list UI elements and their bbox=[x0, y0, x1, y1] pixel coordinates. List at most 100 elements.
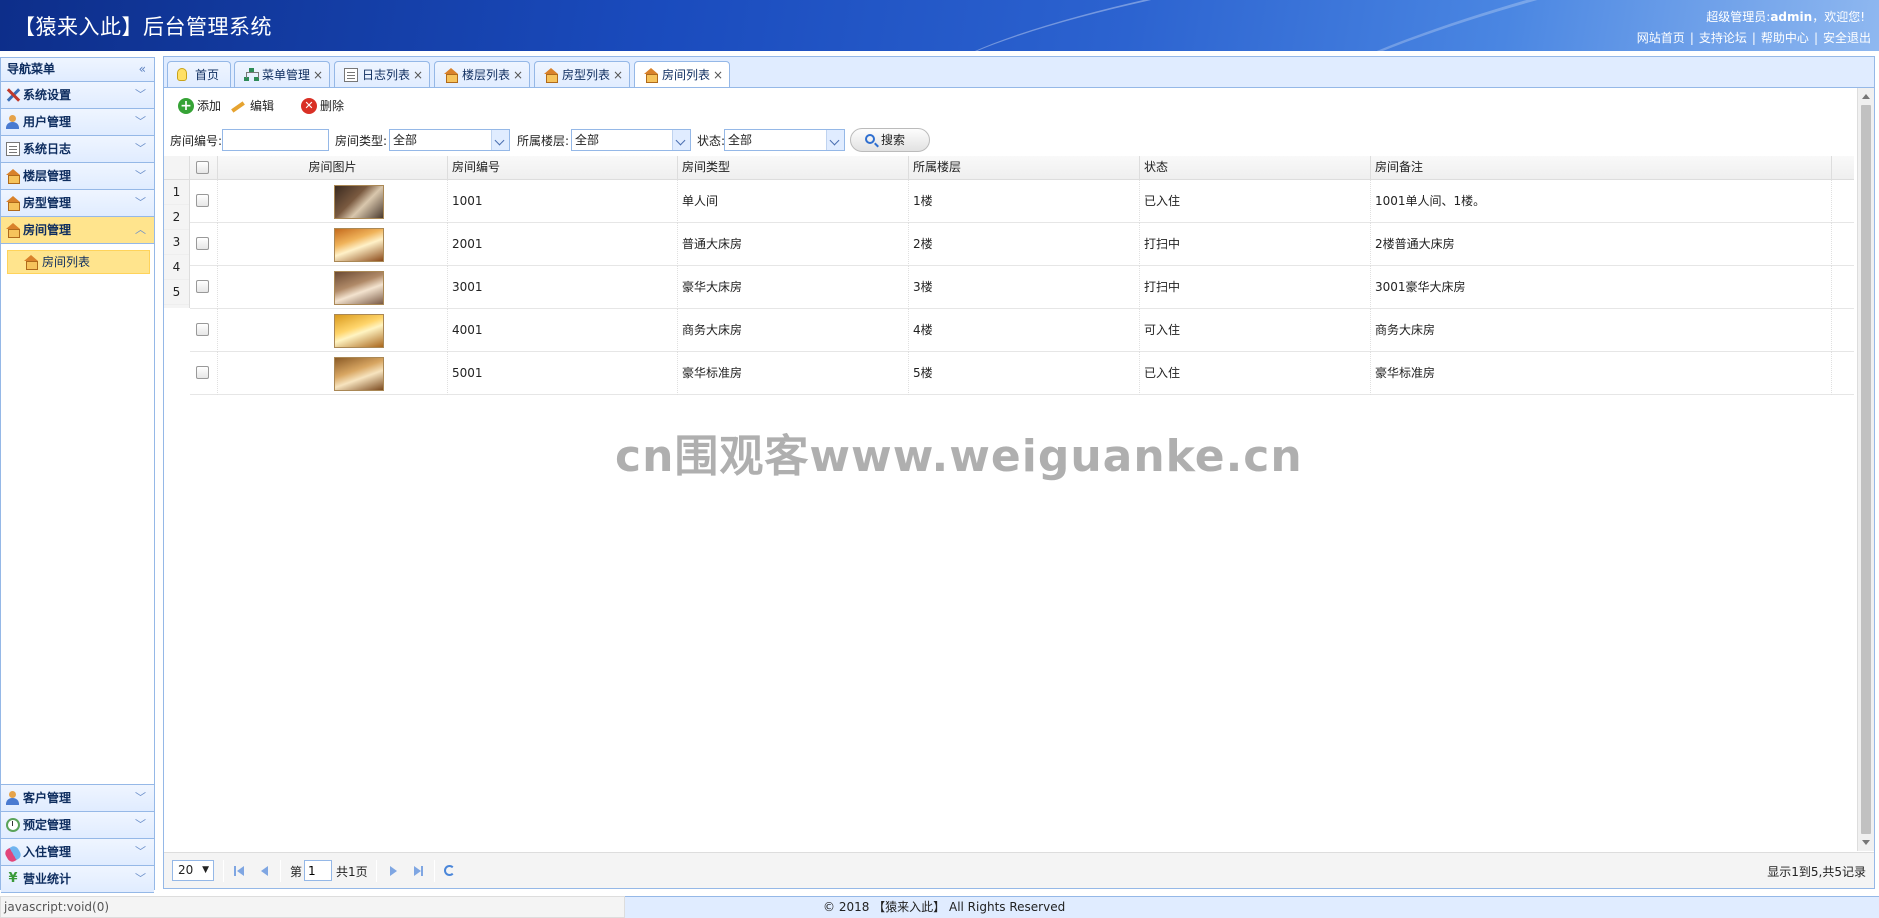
column-header-floor[interactable]: 所属楼层 bbox=[909, 156, 1140, 180]
edit-button-label: 编辑 bbox=[250, 99, 275, 113]
chevron-down-icon[interactable] bbox=[491, 130, 509, 150]
row-checkbox[interactable] bbox=[196, 323, 209, 336]
delete-icon: ✕ bbox=[301, 98, 317, 114]
status-select-value: 全部 bbox=[728, 133, 753, 147]
link-separator: | bbox=[1751, 31, 1756, 45]
table-row[interactable]: 2001 普通大床房 2楼 打扫中 2楼普通大床房 bbox=[190, 223, 1854, 266]
room-no-cell: 2001 bbox=[448, 223, 678, 266]
vertical-scrollbar[interactable] bbox=[1857, 88, 1874, 851]
floor-select[interactable]: 全部 bbox=[571, 129, 691, 151]
select-all-checkbox[interactable] bbox=[196, 161, 209, 174]
link-logout[interactable]: 安全退出 bbox=[1823, 31, 1871, 45]
table-row[interactable]: 4001 商务大床房 4楼 可入住 商务大床房 bbox=[190, 309, 1854, 352]
sidebar-item-business-stats[interactable]: ¥ 营业统计 ﹀ bbox=[1, 866, 154, 893]
room-no-cell: 1001 bbox=[448, 180, 678, 223]
sidebar-item-room-management[interactable]: 房间管理 ︿ bbox=[1, 217, 154, 244]
pencil-icon bbox=[231, 101, 245, 113]
column-header-room-type[interactable]: 房间类型 bbox=[678, 156, 909, 180]
sidebar-item-floor-management[interactable]: 楼层管理 ﹀ bbox=[1, 163, 154, 190]
room-no-input[interactable] bbox=[222, 129, 329, 151]
status-cell: 可入住 bbox=[1140, 309, 1371, 352]
pager-separator bbox=[280, 860, 281, 882]
chevron-down-icon: ﹀ bbox=[135, 142, 146, 155]
table-row[interactable]: 3001 豪华大床房 3楼 打扫中 3001豪华大床房 bbox=[190, 266, 1854, 309]
first-page-icon[interactable] bbox=[232, 864, 246, 878]
sidebar-item-label: 系统设置 bbox=[23, 88, 72, 102]
sidebar-item-label: 预定管理 bbox=[23, 818, 72, 832]
column-header-remark[interactable]: 房间备注 bbox=[1371, 156, 1832, 180]
scroll-down-arrow-icon[interactable] bbox=[1858, 835, 1874, 851]
close-icon[interactable]: × bbox=[613, 62, 623, 88]
sidebar-item-customer-management[interactable]: 客户管理 ﹀ bbox=[1, 785, 154, 812]
column-header-status[interactable]: 状态 bbox=[1140, 156, 1371, 180]
status-select[interactable]: 全部 bbox=[724, 129, 845, 151]
tab-floor-list[interactable]: 楼层列表 × bbox=[434, 61, 530, 89]
tab-log-list[interactable]: 日志列表 × bbox=[334, 61, 430, 89]
log-icon bbox=[6, 142, 20, 156]
welcome-text: 超级管理员:admin，欢迎您! bbox=[1706, 8, 1865, 25]
row-checkbox[interactable] bbox=[196, 366, 209, 379]
page-size-select[interactable]: 20 ▼ bbox=[172, 860, 214, 881]
pill-icon bbox=[3, 844, 23, 864]
close-icon[interactable]: × bbox=[713, 62, 723, 88]
tab-roomtype-list[interactable]: 房型列表 × bbox=[534, 61, 630, 89]
next-page-icon[interactable] bbox=[387, 864, 401, 878]
double-chevron-left-icon[interactable]: « bbox=[139, 58, 146, 81]
tab-room-list[interactable]: 房间列表 × bbox=[634, 61, 730, 90]
sidebar-item-system-log[interactable]: 系统日志 ﹀ bbox=[1, 136, 154, 163]
close-icon[interactable]: × bbox=[413, 62, 423, 88]
refresh-icon[interactable] bbox=[444, 865, 455, 876]
column-header-room-no[interactable]: 房间编号 bbox=[448, 156, 678, 180]
search-button[interactable]: 搜索 bbox=[850, 128, 930, 152]
room-no-cell: 4001 bbox=[448, 309, 678, 352]
room-type-select[interactable]: 全部 bbox=[389, 129, 510, 151]
tab-menu-management[interactable]: 菜单管理 × bbox=[234, 61, 330, 89]
sidebar-item-system-settings[interactable]: 系统设置 ﹀ bbox=[1, 82, 154, 109]
sidebar-item-booking-management[interactable]: 预定管理 ﹀ bbox=[1, 812, 154, 839]
sidebar: 导航菜单 « 系统设置 ﹀ 用户管理 ﹀ 系统日志 ﹀ 楼层管理 ﹀ 房型管理 … bbox=[0, 57, 155, 893]
pager-info: 显示1到5,共5记录 bbox=[1767, 865, 1866, 879]
pager-separator bbox=[376, 860, 377, 882]
table-row[interactable]: 1001 单人间 1楼 已入住 1001单人间、1楼。 bbox=[190, 180, 1854, 223]
row-checkbox[interactable] bbox=[196, 194, 209, 207]
room-type-cell: 普通大床房 bbox=[678, 223, 909, 266]
scrollbar-thumb[interactable] bbox=[1861, 105, 1871, 834]
close-icon[interactable]: × bbox=[313, 62, 323, 88]
chevron-down-icon[interactable] bbox=[826, 130, 844, 150]
sidebar-item-roomtype-management[interactable]: 房型管理 ﹀ bbox=[1, 190, 154, 217]
last-page-icon[interactable] bbox=[411, 864, 425, 878]
tab-home[interactable]: 首页 bbox=[167, 61, 231, 89]
photo-cell bbox=[218, 352, 448, 395]
sidebar-item-label: 用户管理 bbox=[23, 115, 72, 129]
sidebar-item-checkin-management[interactable]: 入住管理 ﹀ bbox=[1, 839, 154, 866]
row-checkbox[interactable] bbox=[196, 280, 209, 293]
link-support-forum[interactable]: 支持论坛 bbox=[1699, 31, 1747, 45]
room-type-cell: 豪华大床房 bbox=[678, 266, 909, 309]
page-number-input[interactable] bbox=[304, 860, 332, 881]
link-separator: | bbox=[1813, 31, 1818, 45]
delete-button[interactable]: ✕ 删除 bbox=[298, 95, 344, 117]
table-row[interactable]: 5001 豪华标准房 5楼 已入住 豪华标准房 bbox=[190, 352, 1854, 395]
sidebar-title: 导航菜单 bbox=[7, 62, 56, 76]
house-icon bbox=[6, 223, 20, 238]
room-photo bbox=[334, 314, 384, 348]
add-button[interactable]: + 添加 bbox=[175, 95, 221, 117]
sidebar-subitem-room-list[interactable]: 房间列表 bbox=[7, 250, 150, 274]
scroll-up-arrow-icon[interactable] bbox=[1858, 88, 1874, 104]
room-table: 1 2 3 4 5 房间图片 房间编号 房间类型 所属楼层 状态 房间备注 10… bbox=[164, 156, 1859, 853]
link-site-home[interactable]: 网站首页 bbox=[1637, 31, 1685, 45]
edit-button[interactable]: 编辑 bbox=[228, 95, 274, 117]
sidebar-item-user-management[interactable]: 用户管理 ﹀ bbox=[1, 109, 154, 136]
tab-label: 房型列表 bbox=[562, 68, 611, 82]
welcome-user: admin bbox=[1770, 10, 1813, 24]
chevron-down-icon[interactable] bbox=[672, 130, 690, 150]
room-photo bbox=[334, 357, 384, 391]
prev-page-icon[interactable] bbox=[256, 864, 270, 878]
close-icon[interactable]: × bbox=[513, 62, 523, 88]
sidebar-header: 导航菜单 « bbox=[1, 58, 154, 82]
sidebar-subitem-label: 房间列表 bbox=[42, 255, 91, 269]
link-help-center[interactable]: 帮助中心 bbox=[1761, 31, 1809, 45]
column-header-photo[interactable]: 房间图片 bbox=[218, 156, 448, 180]
row-checkbox[interactable] bbox=[196, 237, 209, 250]
row-checkbox-cell bbox=[190, 180, 218, 223]
